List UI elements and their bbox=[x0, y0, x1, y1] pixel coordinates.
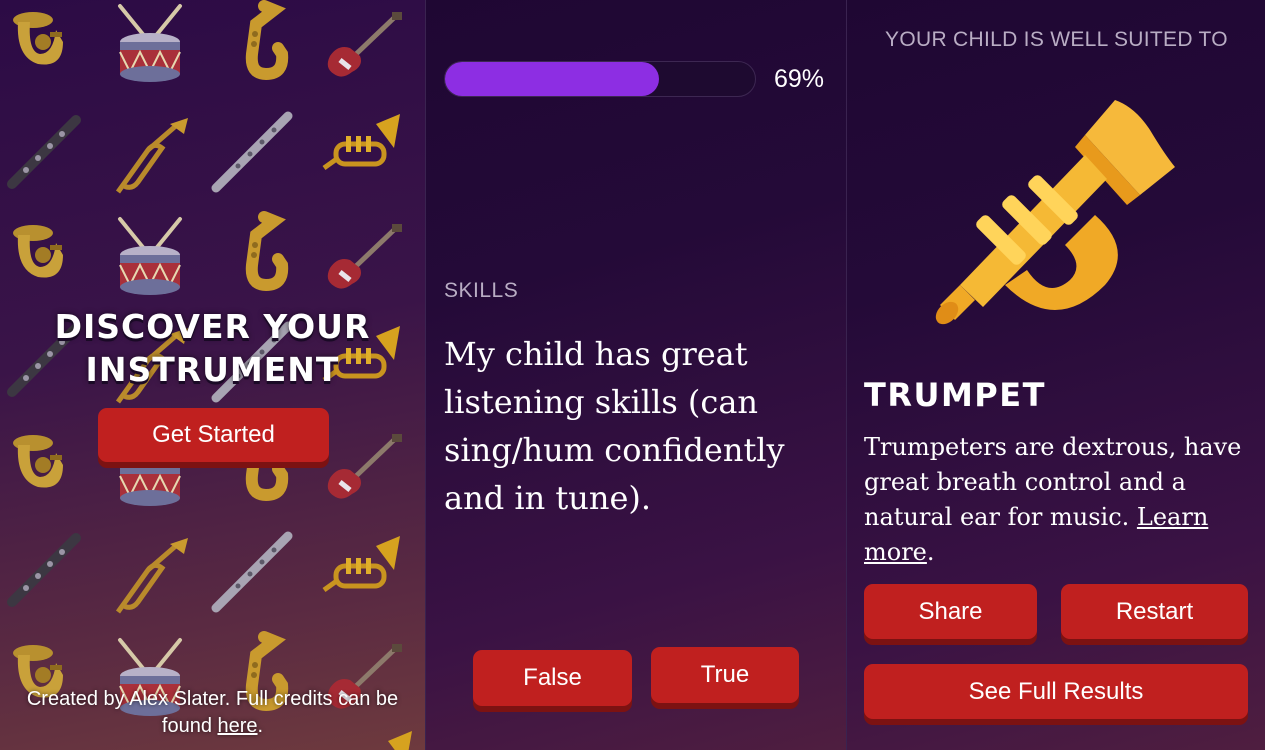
hero-title-line-1: DISCOVER YOUR bbox=[54, 307, 371, 346]
question-text: My child has great listening skills (can… bbox=[444, 335, 785, 517]
result-description-period: . bbox=[926, 538, 935, 566]
intro-panel: DISCOVER YOUR INSTRUMENT Get Started Cre… bbox=[0, 0, 425, 750]
result-panel: YOUR CHILD IS WELL SUITED TO TRUMPET Tru… bbox=[846, 0, 1265, 750]
get-started-button[interactable]: Get Started bbox=[98, 408, 329, 462]
progress-fill bbox=[445, 62, 659, 96]
false-button[interactable]: False bbox=[473, 650, 632, 706]
restart-button[interactable]: Restart bbox=[1061, 584, 1248, 639]
question-category: SKILLS bbox=[444, 279, 519, 302]
see-full-results-button[interactable]: See Full Results bbox=[864, 664, 1248, 719]
result-header: YOUR CHILD IS WELL SUITED TO bbox=[885, 28, 1228, 51]
progress-label: 69% bbox=[774, 65, 825, 93]
credits-text: Created by Alex Slater. Full credits can… bbox=[26, 688, 399, 737]
result-description: Trumpeters are dextrous, have great brea… bbox=[864, 430, 1259, 570]
result-instrument-name: TRUMPET bbox=[864, 376, 1046, 414]
share-button[interactable]: Share bbox=[864, 584, 1037, 639]
true-button[interactable]: True bbox=[651, 647, 799, 703]
hero-title-line-2: INSTRUMENT bbox=[85, 350, 340, 389]
credits-period: . bbox=[257, 715, 264, 737]
question-panel: 69% SKILLS My child has great listening … bbox=[425, 0, 847, 750]
progress-bar bbox=[444, 61, 756, 97]
credits: Created by Alex Slater. Full credits can… bbox=[0, 686, 425, 740]
credits-link[interactable]: here bbox=[218, 715, 258, 737]
trumpet-icon bbox=[935, 100, 1175, 325]
hero-title: DISCOVER YOUR INSTRUMENT bbox=[0, 305, 425, 391]
